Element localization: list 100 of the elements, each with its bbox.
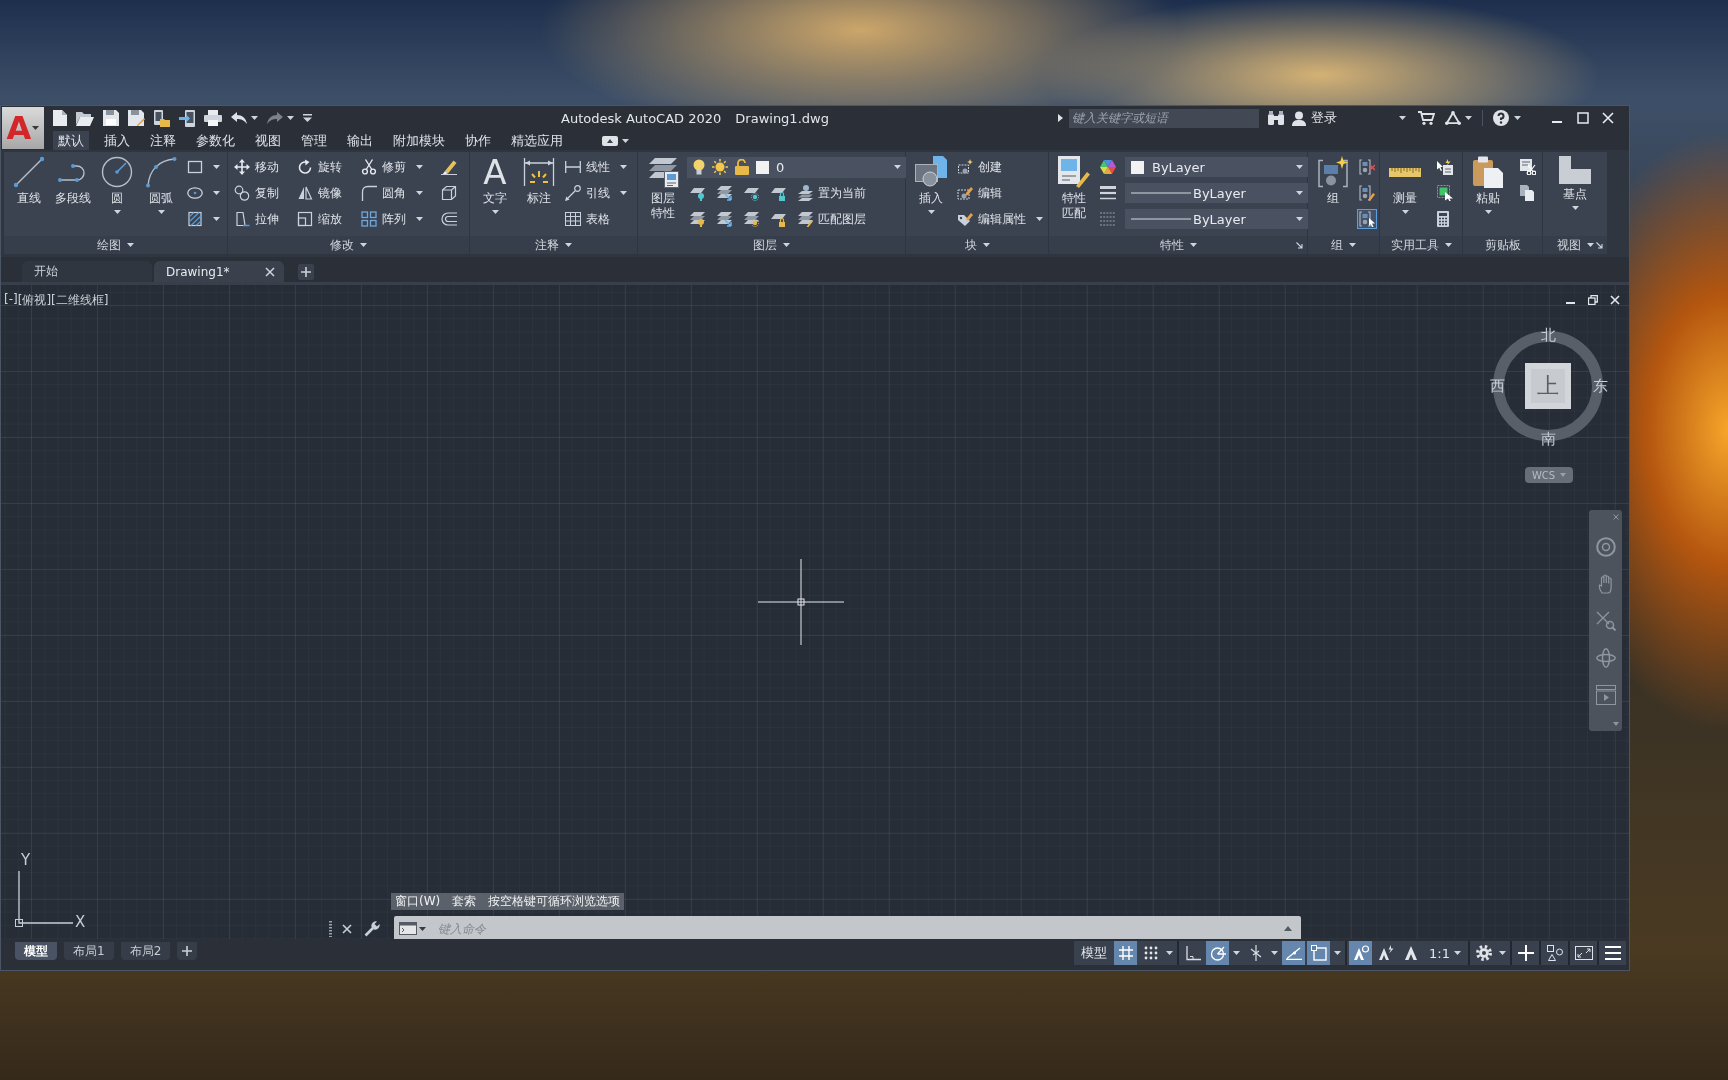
viewport-menu[interactable]: [二维线框] <box>51 292 109 309</box>
steering-wheel-icon[interactable] <box>1595 537 1616 557</box>
icon-button[interactable] <box>439 209 459 229</box>
compass-label[interactable]: 东 <box>1593 378 1608 394</box>
document-tab[interactable]: Drawing1* <box>154 261 284 282</box>
ribbon-tab[interactable]: 精选应用 <box>506 131 568 150</box>
ribbon-button[interactable]: 表格 <box>563 208 612 230</box>
ribbon-button[interactable]: 复制 <box>232 182 281 204</box>
ribbon-button[interactable]: 线性 <box>563 156 629 178</box>
caret-icon[interactable] <box>419 926 426 931</box>
panel-menu-button[interactable]: 修改 <box>330 236 367 254</box>
play-frame-icon[interactable] <box>1595 685 1616 705</box>
ribbon-button[interactable]: 图层特性 <box>643 152 683 236</box>
ribbon-tab[interactable]: 注释 <box>145 131 181 150</box>
wrench-icon[interactable] <box>364 920 380 937</box>
document-tab[interactable]: 开始 <box>22 261 152 282</box>
caret-icon[interactable] <box>287 116 294 120</box>
ribbon-button[interactable]: 创建 <box>955 156 1004 178</box>
ribbon-tab[interactable]: 插入 <box>99 131 135 150</box>
ribbon-toggle[interactable] <box>1357 209 1377 229</box>
panel-menu-button[interactable]: 特性 <box>1159 236 1197 254</box>
ribbon-tab[interactable]: 默认 <box>53 131 89 150</box>
ribbon-button[interactable]: 粘贴 <box>1468 152 1508 236</box>
icon-button[interactable] <box>1098 157 1118 177</box>
cart-icon[interactable] <box>1418 111 1435 125</box>
close-icon[interactable] <box>342 923 352 934</box>
status-button[interactable]: 模型 <box>1076 941 1113 965</box>
binoculars-icon[interactable] <box>1268 111 1284 125</box>
search-field[interactable]: 键入关键字或短语 <box>1069 108 1259 128</box>
viewcube-top-face[interactable]: 上 <box>1525 363 1571 409</box>
ribbon-tab[interactable]: 参数化 <box>191 131 240 150</box>
status-button[interactable]: 1:1 <box>1424 941 1466 965</box>
ribbon-button[interactable]: 旋转 <box>295 156 345 178</box>
ribbon-button[interactable]: 缩放 <box>295 208 345 230</box>
close-icon[interactable] <box>265 266 275 277</box>
layout-tab[interactable]: 布局1 <box>64 942 114 960</box>
save-disk-pencil-icon[interactable] <box>128 110 145 126</box>
new-file-icon[interactable] <box>53 110 67 126</box>
compass-label[interactable]: 北 <box>1541 327 1556 343</box>
panel-menu-button[interactable]: 块 <box>964 236 990 254</box>
ribbon-button[interactable]: 引线 <box>563 182 629 204</box>
triangle-nodes-icon[interactable] <box>1445 111 1461 125</box>
dialog-launcher-icon[interactable] <box>1296 241 1303 249</box>
viewport-menu[interactable]: [-] <box>4 292 18 309</box>
ribbon-button[interactable]: A 文字 <box>475 152 515 236</box>
ribbon-toggle[interactable] <box>1357 157 1377 177</box>
expand-triangle-icon[interactable] <box>1058 114 1063 122</box>
hand-icon[interactable] <box>1597 574 1614 594</box>
sign-in-button[interactable]: 登录 <box>1311 109 1337 127</box>
icon-button[interactable] <box>185 185 222 201</box>
device-arrow-icon[interactable] <box>179 109 195 127</box>
ribbon-button[interactable]: 阵列 <box>358 208 425 230</box>
ribbon-tab[interactable]: 协作 <box>460 131 496 150</box>
panel-menu-button[interactable]: 图层 <box>753 236 790 254</box>
ribbon-button[interactable]: 测量 <box>1385 152 1425 236</box>
new-tab-button[interactable] <box>298 264 314 280</box>
ribbon-button[interactable]: 编辑 <box>955 182 1004 204</box>
help-icon[interactable] <box>1493 110 1509 126</box>
ribbon-tab[interactable]: 管理 <box>296 131 332 150</box>
status-toggle[interactable] <box>1206 941 1230 965</box>
line-style-dropdown[interactable]: ByLayer <box>1125 183 1309 203</box>
icon-button[interactable] <box>185 209 222 229</box>
zoom-icon[interactable] <box>1595 611 1616 631</box>
icon-button[interactable] <box>439 183 459 203</box>
orbit-icon[interactable] <box>1595 648 1616 668</box>
compass-label[interactable]: 南 <box>1541 431 1556 447</box>
ribbon-button[interactable]: 基点 <box>1555 152 1595 236</box>
ribbon-button[interactable]: 特性匹配 <box>1054 152 1094 236</box>
icon-button[interactable] <box>1435 157 1455 177</box>
maximize-icon[interactable] <box>1577 112 1589 124</box>
status-toggle[interactable] <box>1349 941 1373 965</box>
customize-menu-icon[interactable] <box>303 114 312 122</box>
layer-dropdown[interactable]: 0 <box>687 156 907 178</box>
ribbon-button[interactable]: 置为当前 <box>795 182 868 204</box>
restore-icon[interactable] <box>1588 295 1598 305</box>
icon-button[interactable] <box>1435 209 1451 229</box>
ribbon-button[interactable]: 圆弧 <box>141 152 181 236</box>
ribbon-button[interactable]: 组 <box>1313 152 1353 236</box>
ribbon-button[interactable]: 编辑属性 <box>955 208 1045 230</box>
icon-button[interactable] <box>1435 183 1455 203</box>
ribbon-button[interactable]: 修剪 <box>358 156 425 178</box>
ribbon-button[interactable]: 插入 <box>911 152 951 236</box>
caret-icon[interactable] <box>1284 926 1292 931</box>
ribbon-button[interactable]: 匹配图层 <box>795 208 868 230</box>
caret-icon[interactable] <box>1399 116 1406 120</box>
ribbon-tab[interactable]: 视图 <box>250 131 286 150</box>
ribbon-button[interactable]: 移动 <box>232 156 281 178</box>
status-toggle[interactable] <box>1307 941 1331 965</box>
viewport-menu[interactable]: [俯视] <box>17 292 52 309</box>
ribbon-button[interactable]: 标注 <box>519 152 559 236</box>
printer-icon[interactable] <box>204 110 222 126</box>
color-dropdown[interactable]: ByLayer <box>1125 157 1309 177</box>
redo-arrow-icon[interactable] <box>267 112 283 124</box>
caret-icon[interactable] <box>251 116 258 120</box>
ribbon-button[interactable]: 圆 <box>97 152 137 236</box>
new-layout-button[interactable] <box>177 942 198 960</box>
open-folder-icon[interactable] <box>76 110 94 126</box>
layout-tab[interactable]: 布局2 <box>120 942 171 960</box>
device-folder-icon[interactable] <box>154 109 170 127</box>
undo-arrow-icon[interactable] <box>231 112 247 124</box>
